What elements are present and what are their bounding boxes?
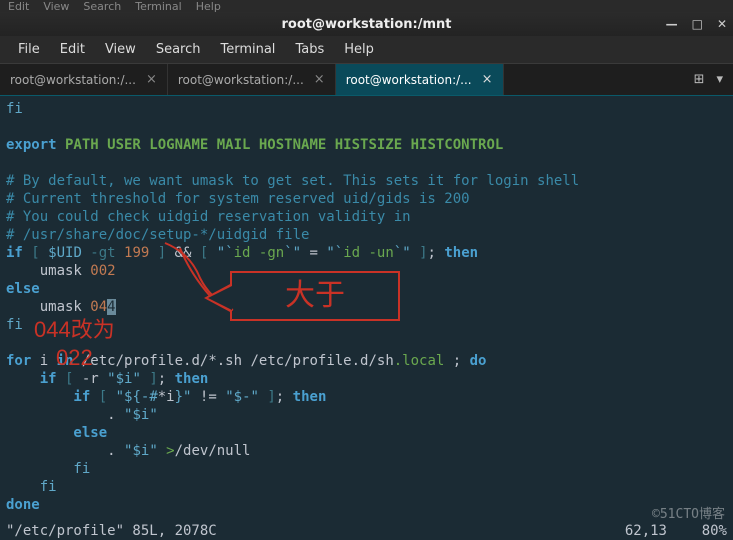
tab-label: root@workstation:/... [346, 73, 472, 87]
tab-label: root@workstation:/... [178, 73, 304, 87]
annotation-text-2: 022 [56, 349, 93, 367]
tab-menu-icon[interactable]: ▾ [716, 72, 723, 87]
new-tab-icon[interactable]: ⊞ [694, 72, 705, 87]
status-file: "/etc/profile" 85L, 2078C [6, 522, 217, 540]
close-tab-icon[interactable]: × [146, 72, 157, 87]
window-title: root@workstation:/mnt [281, 17, 451, 32]
close-tab-icon[interactable]: × [482, 72, 493, 87]
vim-statusline: "/etc/profile" 85L, 2078C 62,13 80% [6, 522, 727, 540]
annotation-box: 大于 [230, 271, 400, 321]
tab-label: root@workstation:/... [10, 73, 136, 87]
tab-terminal-1[interactable]: root@workstation:/... × [0, 64, 168, 95]
menu-tabs[interactable]: Tabs [287, 38, 332, 61]
tab-terminal-2[interactable]: root@workstation:/... × [168, 64, 336, 95]
status-percent: 80% [667, 522, 727, 540]
menu-edit[interactable]: Edit [52, 38, 93, 61]
menu-search[interactable]: Search [148, 38, 209, 61]
status-position: 62,13 [625, 522, 667, 540]
window-titlebar: root@workstation:/mnt — □ ✕ [0, 12, 733, 36]
tab-terminal-3[interactable]: root@workstation:/... × [336, 64, 504, 95]
editor-pane[interactable]: fi export PATH USER LOGNAME MAIL HOSTNAM… [0, 96, 733, 540]
maximize-button[interactable]: □ [692, 17, 703, 31]
minimize-button[interactable]: — [666, 17, 678, 31]
menu-view[interactable]: View [97, 38, 144, 61]
menu-file[interactable]: File [10, 38, 48, 61]
tab-bar: root@workstation:/... × root@workstation… [0, 64, 733, 96]
menu-terminal[interactable]: Terminal [212, 38, 283, 61]
close-tab-icon[interactable]: × [314, 72, 325, 87]
menu-help[interactable]: Help [336, 38, 382, 61]
annotation-text-1: 044改为 [34, 321, 115, 339]
background-menubar: EditViewSearchTerminalHelp [0, 0, 733, 12]
app-menubar: File Edit View Search Terminal Tabs Help [0, 36, 733, 64]
close-button[interactable]: ✕ [717, 17, 727, 31]
